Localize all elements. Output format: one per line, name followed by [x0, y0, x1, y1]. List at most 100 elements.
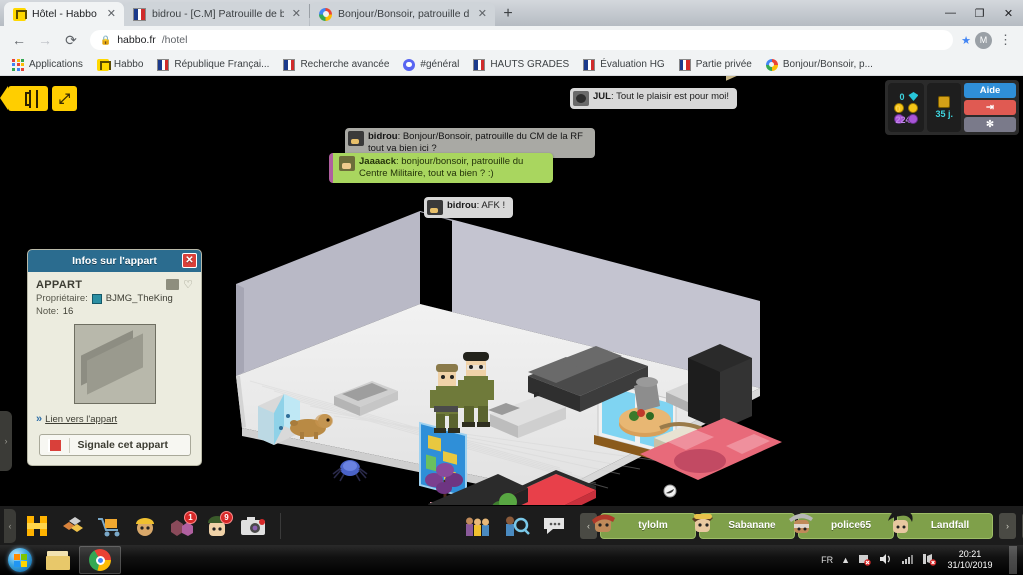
taskbar-file-explorer[interactable]	[37, 546, 79, 574]
chat-text: bidrou: Bonjour/Bonsoir, patrouille du C…	[368, 131, 583, 154]
chat-message: Tout le plaisir est pour moi!	[616, 91, 730, 102]
start-button[interactable]	[3, 547, 37, 573]
diamond-icon	[908, 92, 919, 101]
user-chip-tylolm[interactable]: tylolm	[592, 512, 696, 539]
habbo-game-client[interactable]: ⤢ 0 0 2240 35 j. Aide ⇥ ✻ › Infos sur l'…	[0, 76, 1023, 543]
address-bar[interactable]: 🔒 habbo.fr/hotel	[90, 30, 954, 50]
bookmark-habbo[interactable]: Habbo	[91, 57, 149, 73]
reload-icon[interactable]: ⟳	[60, 29, 82, 51]
toolbar-collapse-handle[interactable]: ‹	[4, 508, 16, 543]
close-icon[interactable]: ✕	[105, 8, 118, 20]
chat-speaker: bidrou	[447, 200, 477, 211]
back-icon[interactable]: ←	[8, 29, 30, 51]
chat-history-icon[interactable]	[539, 511, 569, 541]
inventory-icon[interactable]	[58, 511, 88, 541]
divider	[280, 512, 281, 539]
google-icon	[765, 58, 778, 71]
bookmark-republique[interactable]: République Françai...	[151, 57, 275, 73]
forward-icon[interactable]: →	[34, 29, 56, 51]
close-icon[interactable]: ✕	[290, 8, 303, 20]
bookmark-label: HAUTS GRADES	[490, 59, 570, 70]
taskbar-chrome[interactable]	[79, 546, 121, 574]
action-center-icon[interactable]	[858, 553, 871, 568]
hc-calendar-icon	[938, 96, 951, 108]
browser-menu-icon[interactable]: ⋮	[996, 32, 1015, 48]
diamond-row: 0	[894, 92, 919, 102]
user-name: police65	[830, 520, 872, 531]
bookmark-bonjour[interactable]: Bonjour/Bonsoir, p...	[760, 57, 879, 73]
habbo-home-button[interactable]	[0, 86, 48, 111]
close-icon[interactable]: ✕	[182, 253, 197, 268]
find-friends-icon[interactable]	[501, 511, 531, 541]
settings-gear-icon[interactable]: ✻	[964, 117, 1016, 132]
profile-avatar[interactable]: M	[975, 31, 992, 49]
show-desktop-button[interactable]	[1009, 546, 1017, 574]
bookmark-recherche[interactable]: Recherche avancée	[277, 57, 395, 73]
habbo-home-icon[interactable]	[22, 511, 52, 541]
room-thumbnail-icon[interactable]	[166, 279, 180, 290]
users-next-button[interactable]: ›	[999, 512, 1016, 539]
panel-body: APPART ♡ Propriétaire: BJMG_TheKing Note…	[28, 272, 201, 465]
habbo-logo-icon	[24, 89, 38, 108]
chat-bubble-jaaaack[interactable]: Jaaaack: bonjour/bonsoir, patrouille du …	[329, 153, 553, 183]
green-avatar-icon	[339, 156, 355, 171]
chat-message: Bonjour/Bonsoir, patrouille du CM de la …	[368, 131, 583, 154]
french-flag-icon	[133, 7, 146, 21]
user-chip-landfall[interactable]: Landfall	[888, 509, 993, 539]
browser-tab-bonjour[interactable]: Bonjour/Bonsoir, patrouille du C ✕	[310, 2, 495, 26]
bookmark-star-icon[interactable]: ★	[961, 34, 971, 47]
panel-title: Infos sur l'appart	[72, 255, 157, 267]
catalog-cart-icon[interactable]	[94, 511, 124, 541]
chat-bubble-jul[interactable]: JUL: Tout le plaisir est pour moi!	[570, 88, 738, 109]
help-button[interactable]: Aide	[964, 83, 1016, 98]
bookmark-label: Recherche avancée	[300, 59, 390, 70]
user-chip-sabanane[interactable]: Sabanane	[692, 512, 795, 539]
browser-tab-habbo[interactable]: Hôtel - Habbo ✕	[4, 2, 124, 26]
avatar	[692, 513, 713, 532]
sidebar-expand-handle[interactable]: ›	[0, 411, 12, 471]
logout-button[interactable]: ⇥	[964, 100, 1016, 115]
close-window-button[interactable]: ✕	[994, 3, 1023, 23]
minimize-button[interactable]: —	[936, 3, 965, 23]
avatar-editor-icon[interactable]: 9	[202, 510, 233, 541]
language-indicator[interactable]: FR	[821, 555, 833, 565]
furniture-icon[interactable]: 1	[166, 510, 197, 541]
currency-hud: 0 0 2240 35 j. Aide ⇥ ✻	[885, 80, 1019, 135]
report-room-button[interactable]: Signale cet appart	[38, 434, 191, 456]
window-controls: — ❐ ✕	[936, 3, 1023, 23]
bookmark-general[interactable]: #général	[397, 57, 465, 73]
network-error-icon[interactable]	[923, 553, 937, 568]
volume-icon[interactable]	[879, 553, 893, 567]
close-icon[interactable]: ✕	[476, 8, 489, 20]
french-flag-icon	[283, 58, 296, 71]
club-days-panel[interactable]: 35 j.	[927, 83, 961, 132]
room-preview-thumbnail	[73, 324, 156, 404]
habbo-icon	[96, 58, 111, 71]
new-tab-button[interactable]: +	[495, 2, 521, 26]
user-chip-police65[interactable]: police65	[789, 512, 894, 539]
builders-club-icon[interactable]	[130, 511, 160, 541]
dark-avatar-icon	[348, 131, 364, 146]
file-explorer-icon	[46, 550, 70, 570]
toolbar-left-icons: ‹ 1 9	[0, 508, 287, 543]
browser-tab-bidrou[interactable]: bidrou - [C.M] Patrouille de bidro ✕	[124, 2, 309, 26]
chat-text: JUL: Tout le plaisir est pour moi!	[593, 91, 730, 102]
tab-title: Bonjour/Bonsoir, patrouille du C	[338, 8, 470, 20]
favorite-heart-icon[interactable]: ♡	[183, 278, 193, 291]
bookmark-applications[interactable]: Applications	[6, 57, 89, 73]
fullscreen-button[interactable]: ⤢	[52, 86, 77, 111]
network-signal-icon[interactable]	[901, 553, 915, 567]
room-link-row[interactable]: » Lien vers l'appart	[36, 413, 193, 425]
dark-avatar-icon	[427, 200, 443, 215]
chat-bubble-bidrou-2[interactable]: bidrou: AFK !	[424, 197, 514, 218]
bookmark-partie-privee[interactable]: Partie privée	[673, 57, 758, 73]
bookmark-evaluation[interactable]: Évaluation HG	[577, 57, 670, 73]
browser-toolbar: ← → ⟳ 🔒 habbo.fr/hotel ★ M ⋮	[0, 26, 1023, 54]
currency-panel[interactable]: 0 0 2240	[888, 83, 925, 132]
camera-icon[interactable]	[238, 511, 268, 541]
taskbar-clock[interactable]: 20:21 31/10/2019	[945, 549, 995, 571]
maximize-button[interactable]: ❐	[965, 3, 994, 23]
friends-icon[interactable]	[463, 511, 493, 541]
tray-expand-icon[interactable]: ▲	[841, 555, 850, 565]
bookmark-hauts-grades[interactable]: HAUTS GRADES	[467, 57, 575, 73]
